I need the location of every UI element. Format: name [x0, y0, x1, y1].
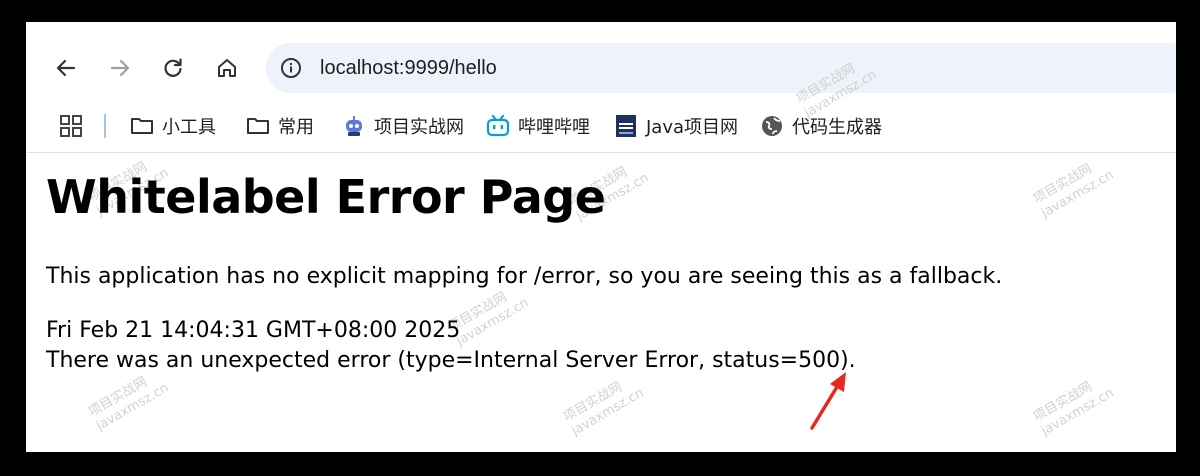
apps-grid-icon[interactable] [59, 114, 83, 138]
globe-icon [760, 114, 784, 138]
bookmark-label: 小工具 [162, 117, 216, 138]
bookmark-project-site[interactable]: 项目实战网 [342, 111, 464, 141]
bookmarks-separator [104, 114, 106, 138]
bilibili-icon [486, 114, 510, 138]
bookmark-label: Java项目网 [646, 117, 739, 138]
bookmarks-bar: 小工具 常用 项目实战网 哔哩哔哩 Java项目网 代码生成器 [26, 106, 1176, 152]
home-icon [218, 59, 236, 77]
bookmark-code-generator[interactable]: 代码生成器 [760, 111, 882, 141]
forward-icon [110, 59, 130, 77]
watermark: 项目实战网 javaxmsz.cn [1031, 379, 1117, 439]
bookmark-java-project[interactable]: Java项目网 [614, 111, 738, 141]
browser-window: localhost:9999/hello 小工具 常用 项目实战网 哔哩哔哩 J… [26, 22, 1176, 452]
error-description: This application has no explicit mapping… [46, 264, 1003, 289]
folder-icon [246, 114, 270, 138]
bookmark-folder-common[interactable]: 常用 [246, 111, 314, 141]
robot-icon [342, 114, 366, 138]
url-text[interactable]: localhost:9999/hello [320, 55, 497, 81]
forward-button[interactable] [102, 50, 138, 86]
home-button[interactable] [209, 50, 245, 86]
folder-icon [130, 114, 154, 138]
reload-button[interactable] [155, 50, 191, 86]
back-button[interactable] [48, 50, 84, 86]
book-icon [614, 114, 638, 138]
reload-icon [164, 58, 182, 77]
error-timestamp: Fri Feb 21 14:04:31 GMT+08:00 2025 [46, 318, 461, 343]
info-icon[interactable] [280, 57, 302, 79]
error-details: There was an unexpected error (type=Inte… [46, 348, 856, 373]
bookmark-bilibili[interactable]: 哔哩哔哩 [486, 111, 590, 141]
annotation-arrow-icon [810, 372, 846, 430]
bookmark-label: 代码生成器 [792, 117, 882, 138]
toolbar-divider [26, 152, 1176, 153]
bookmark-label: 哔哩哔哩 [518, 117, 590, 138]
bookmark-folder-tools[interactable]: 小工具 [130, 111, 216, 141]
page-title: Whitelabel Error Page [46, 170, 606, 224]
back-icon [56, 59, 76, 77]
bookmark-label: 常用 [278, 117, 314, 138]
watermark: 项目实战网 javaxmsz.cn [1031, 161, 1117, 221]
address-bar[interactable]: localhost:9999/hello [266, 43, 1176, 93]
watermark: 项目实战网 javaxmsz.cn [86, 374, 172, 434]
browser-toolbar: localhost:9999/hello [26, 22, 1176, 114]
watermark: 项目实战网 javaxmsz.cn [561, 379, 647, 439]
bookmark-label: 项目实战网 [374, 117, 464, 138]
